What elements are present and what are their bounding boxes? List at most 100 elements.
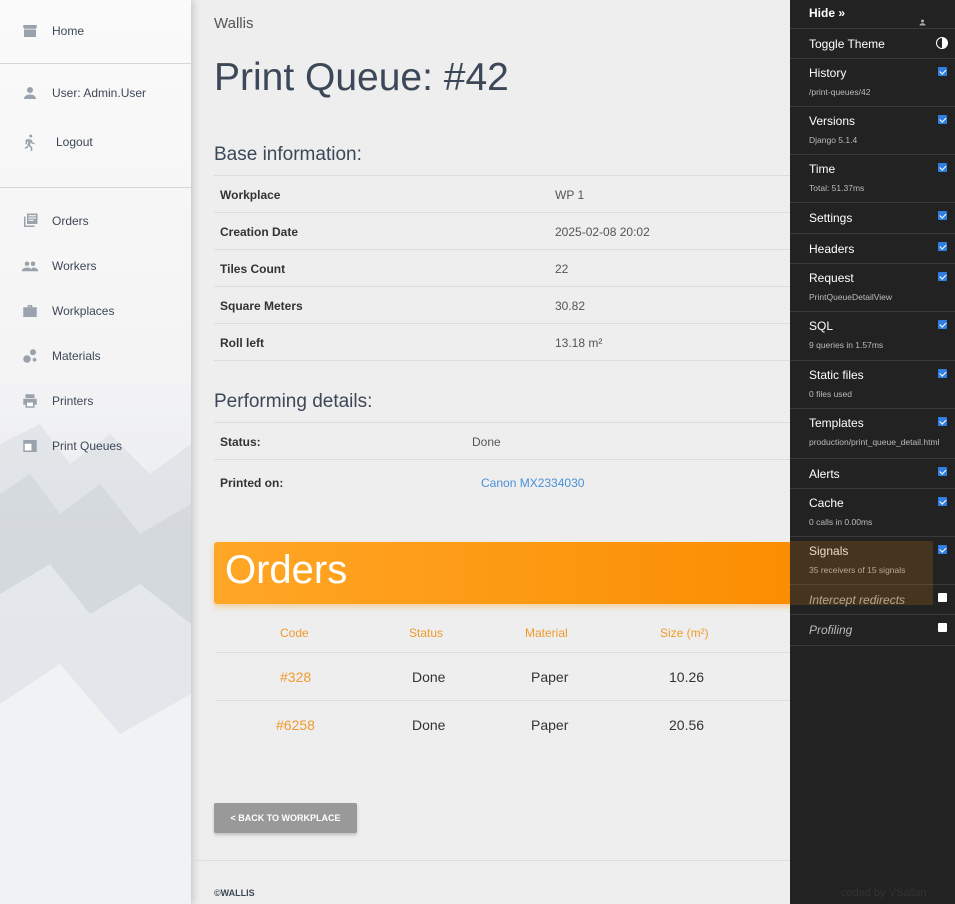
table-divider bbox=[216, 652, 816, 653]
printer-link[interactable]: Canon MX2334030 bbox=[481, 476, 584, 490]
sidebar-item-label: Workers bbox=[52, 259, 97, 273]
page-title: Print Queue: #42 bbox=[214, 56, 509, 99]
debug-panel-versions[interactable]: Versions Django 5.1.4 bbox=[790, 107, 955, 155]
column-header-code: Code bbox=[280, 626, 309, 640]
debug-panel-title: History bbox=[809, 66, 847, 80]
row-key: Status: bbox=[220, 435, 261, 449]
debug-panel-subtitle: production/print_queue_detail.html bbox=[809, 437, 940, 447]
order-material: Paper bbox=[531, 669, 569, 685]
table-divider bbox=[216, 700, 816, 701]
sidebar-item-print-queues[interactable]: Print Queues bbox=[0, 429, 191, 463]
table-row: Creation Date 2025-02-08 20:02 bbox=[214, 212, 814, 249]
debug-panel-checkbox[interactable] bbox=[938, 115, 947, 124]
order-size: 20.56 bbox=[669, 717, 705, 733]
column-header-material: Material bbox=[525, 626, 568, 640]
debug-panel-checkbox[interactable] bbox=[938, 545, 947, 554]
debug-panel-history[interactable]: History/print-queues/42 bbox=[790, 59, 955, 107]
base-info-table: Workplace WP 1 Creation Date 2025-02-08 … bbox=[214, 175, 814, 361]
debug-toolbar: Hide » Toggle Theme History/print-queues… bbox=[790, 0, 955, 904]
debug-panel-title: Time bbox=[809, 162, 836, 176]
debug-panel-checkbox[interactable] bbox=[938, 211, 947, 220]
table-row: Status: Done bbox=[214, 422, 814, 459]
sidebar-item-home[interactable]: Home bbox=[0, 14, 191, 48]
debug-panel-checkbox[interactable] bbox=[938, 163, 947, 172]
brand-title[interactable]: Wallis bbox=[214, 15, 253, 32]
running-icon bbox=[24, 134, 36, 151]
hide-toolbar-button[interactable]: Hide » bbox=[790, 0, 955, 29]
debug-panel-checkbox[interactable] bbox=[938, 417, 947, 426]
debug-panel-checkbox[interactable] bbox=[938, 369, 947, 378]
back-to-workplace-button[interactable]: < BACK TO WORKPLACE bbox=[214, 803, 357, 833]
order-size: 10.26 bbox=[669, 669, 705, 685]
debug-panel-sql[interactable]: SQL 9 queries in 1.57ms bbox=[790, 312, 955, 361]
debug-panel-checkbox[interactable] bbox=[938, 272, 947, 281]
store-icon bbox=[23, 25, 37, 37]
debug-panel-checkbox[interactable] bbox=[938, 623, 947, 632]
performing-details-table: Status: Done Printed on: Canon MX2334030 bbox=[214, 422, 814, 504]
debug-panel-cache[interactable]: Cache 0 calls in 0.00ms bbox=[790, 489, 955, 537]
sidebar-item-label: Home bbox=[52, 24, 85, 38]
sidebar-item-workers[interactable]: Workers bbox=[0, 249, 191, 283]
briefcase-icon bbox=[23, 305, 37, 317]
toggle-theme-button[interactable]: Toggle Theme bbox=[790, 29, 955, 59]
row-key: Workplace bbox=[220, 188, 281, 202]
person-icon bbox=[24, 87, 36, 99]
debug-panel-title: SQL bbox=[809, 319, 834, 333]
performing-details-title: Performing details: bbox=[214, 391, 373, 412]
sidebar-item-printers[interactable]: Printers bbox=[0, 384, 191, 418]
contrast-icon bbox=[936, 37, 948, 49]
sidebar-item-orders[interactable]: Orders bbox=[0, 204, 191, 238]
sidebar-item-label: Print Queues bbox=[52, 439, 123, 453]
debug-panel-checkbox[interactable] bbox=[938, 467, 947, 476]
sidebar-item-materials[interactable]: Materials bbox=[0, 339, 191, 373]
footer-copyright: ©WALLIS bbox=[214, 888, 255, 898]
row-value: 22 bbox=[555, 262, 569, 276]
sidebar-item-label: Orders bbox=[52, 214, 89, 228]
column-header-size: Size (m²) bbox=[660, 626, 709, 640]
row-value: 30.82 bbox=[555, 299, 586, 313]
debug-panel-checkbox[interactable] bbox=[938, 320, 947, 329]
debug-panel-subtitle: /print-queues/42 bbox=[809, 87, 871, 97]
table-row: Printed on: Canon MX2334030 bbox=[214, 459, 814, 504]
row-key: Tiles Count bbox=[220, 262, 286, 276]
row-key: Roll left bbox=[220, 336, 264, 350]
debug-panel-profiling[interactable]: Profiling bbox=[790, 615, 955, 646]
debug-panel-title: Templates bbox=[809, 416, 864, 430]
order-material: Paper bbox=[531, 717, 569, 733]
order-status: Done bbox=[412, 717, 446, 733]
debug-panel-settings[interactable]: Settings bbox=[790, 203, 955, 234]
overlay-highlight bbox=[790, 541, 933, 605]
debug-panel-templates[interactable]: Templates production/print_queue_detail.h… bbox=[790, 409, 955, 459]
order-code-link[interactable]: #328 bbox=[280, 669, 311, 685]
sidebar-item-logout[interactable]: Logout bbox=[0, 125, 191, 159]
base-info-title: Base information: bbox=[214, 144, 362, 165]
debug-panel-checkbox[interactable] bbox=[938, 497, 947, 506]
debug-panel-headers[interactable]: Headers bbox=[790, 234, 955, 264]
debug-panel-checkbox[interactable] bbox=[938, 242, 947, 251]
sidebar-divider bbox=[0, 63, 191, 64]
debug-panel-title: Static files bbox=[809, 368, 864, 382]
hide-label: Hide » bbox=[809, 6, 846, 20]
debug-panel-request[interactable]: Request PrintQueueDetailView bbox=[790, 264, 955, 312]
debug-panel-checkbox[interactable] bbox=[938, 593, 947, 602]
table-row: Roll left 13.18 m² bbox=[214, 323, 814, 360]
debug-panel-time[interactable]: Time Total: 51.37ms bbox=[790, 155, 955, 203]
debug-panel-title: Headers bbox=[809, 242, 855, 256]
sidebar-item-user[interactable]: User: Admin.User bbox=[0, 76, 191, 110]
debug-panel-subtitle: 9 queries in 1.57ms bbox=[809, 340, 884, 350]
debug-panel-alerts[interactable]: Alerts bbox=[790, 459, 955, 489]
library-books-icon bbox=[24, 213, 38, 227]
order-code-link[interactable]: #6258 bbox=[276, 717, 315, 733]
people-icon bbox=[21, 261, 39, 272]
sidebar-item-workplaces[interactable]: Workplaces bbox=[0, 294, 191, 328]
debug-panel-static-files[interactable]: Static files 0 files used bbox=[790, 361, 955, 409]
table-row: Square Meters 30.82 bbox=[214, 286, 814, 323]
table-row: Workplace WP 1 bbox=[214, 175, 814, 212]
debug-panel-checkbox[interactable] bbox=[938, 67, 947, 76]
sidebar-item-label: Workplaces bbox=[52, 304, 115, 318]
debug-panel-subtitle: Total: 51.37ms bbox=[809, 183, 865, 193]
debug-panel-title: Settings bbox=[809, 211, 853, 225]
debug-panel-subtitle: 0 files used bbox=[809, 389, 852, 399]
row-key: Creation Date bbox=[220, 225, 299, 239]
row-value: 2025-02-08 20:02 bbox=[555, 225, 650, 239]
